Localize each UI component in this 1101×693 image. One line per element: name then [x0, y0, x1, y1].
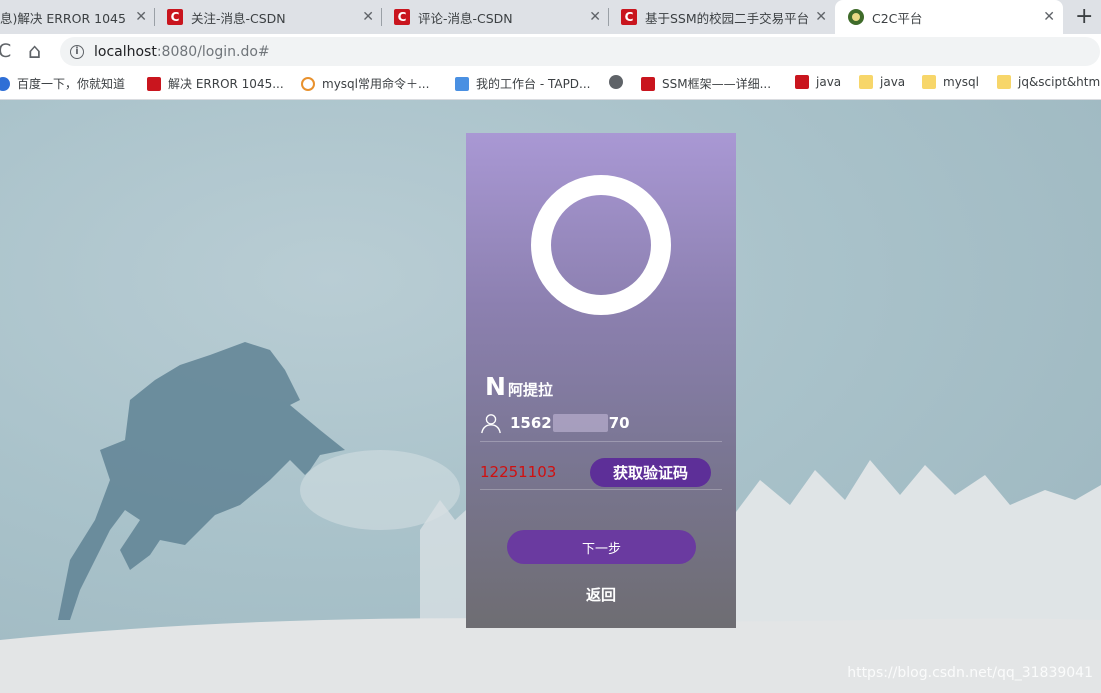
bookmark-globe[interactable]: [609, 75, 630, 89]
csdn-icon: [641, 76, 655, 91]
site-icon: [848, 9, 864, 25]
address-bar[interactable]: i localhost:8080/login.do#: [60, 37, 1100, 66]
csdn-icon: C: [394, 9, 410, 25]
verification-row: 12251103 获取验证码: [480, 455, 722, 490]
paw-icon: [0, 76, 10, 91]
user-name: 阿提拉: [507, 381, 553, 399]
tab-csdn-comments[interactable]: C 评论-消息-CSDN ✕: [382, 0, 609, 34]
name-initial: N: [485, 372, 506, 401]
person-icon: [481, 414, 501, 434]
bookmark-tapd[interactable]: 我的工作台 - TAPD...: [455, 75, 591, 92]
bookmark-error-1045[interactable]: 解决 ERROR 1045...: [147, 75, 284, 92]
bookmark-label: mysql常用命令＋...: [322, 77, 430, 91]
csdn-icon: [795, 75, 809, 89]
get-code-button[interactable]: 获取验证码: [590, 457, 711, 487]
verification-code-input[interactable]: 12251103: [480, 463, 590, 481]
close-icon[interactable]: ✕: [1043, 9, 1055, 25]
bookmark-jq-folder[interactable]: jq&scipt&htm: [997, 75, 1100, 89]
user-name-row: N 阿提拉: [485, 373, 553, 401]
browser-toolbar: C ⌂ i localhost:8080/login.do#: [0, 34, 1101, 68]
home-icon[interactable]: ⌂: [28, 40, 41, 62]
tab-c2c-platform[interactable]: C2C平台 ✕: [835, 0, 1063, 34]
close-icon[interactable]: ✕: [362, 9, 374, 25]
phone-prefix: 1562: [510, 413, 552, 432]
bookmark-label: 我的工作台 - TAPD...: [476, 77, 591, 91]
back-link[interactable]: 返回: [466, 584, 736, 605]
tab-title: 评论-消息-CSDN: [418, 10, 513, 26]
bookmark-java-folder[interactable]: java: [859, 75, 905, 89]
bookmark-mysql-commands[interactable]: mysql常用命令＋...: [301, 75, 429, 92]
page-content: N 阿提拉 1562 70 12251103 获取验证码 下一步 返回 https…: [0, 100, 1101, 693]
reload-icon[interactable]: C: [0, 40, 11, 62]
bookmark-label: java: [816, 75, 842, 89]
bookmark-baidu[interactable]: 百度一下，你就知道: [0, 75, 125, 92]
phone-mask: [552, 414, 608, 433]
bookmark-label: 百度一下，你就知道: [17, 77, 126, 91]
url-text[interactable]: localhost:8080/login.do#: [94, 44, 270, 60]
new-tab-button[interactable]: +: [1075, 4, 1093, 29]
bookmark-label: SSM框架——详细...: [662, 77, 772, 91]
close-icon[interactable]: ✕: [589, 9, 601, 25]
globe-icon: [609, 75, 623, 89]
folder-icon: [922, 75, 936, 89]
phone-field[interactable]: 1562 70: [480, 409, 722, 442]
snow-ground: [0, 618, 1101, 693]
folder-icon: [859, 75, 873, 89]
tapd-icon: [455, 76, 469, 91]
folder-icon: [997, 75, 1011, 89]
csdn-icon: C: [167, 9, 183, 25]
tab-ssm-platform[interactable]: C 基于SSM的校园二手交易平台 ✕: [609, 0, 835, 34]
bookmark-ssm[interactable]: SSM框架——详细...: [641, 75, 771, 92]
dragon-silhouette: [58, 342, 345, 620]
orange-circle-icon: [301, 76, 315, 91]
tab-title: 息)解决 ERROR 1045 (2: [0, 10, 128, 26]
close-icon[interactable]: ✕: [815, 9, 827, 25]
bookmark-label: mysql: [943, 75, 979, 89]
bookmark-mysql-folder[interactable]: mysql: [922, 75, 979, 89]
tab-title: 基于SSM的校园二手交易平台: [645, 10, 810, 26]
bookmark-java-csdn[interactable]: java: [795, 75, 841, 89]
phone-suffix: 70: [608, 413, 630, 432]
tab-csdn-follow[interactable]: C 关注-消息-CSDN ✕: [155, 0, 382, 34]
csdn-icon: C: [621, 9, 637, 25]
info-icon[interactable]: i: [70, 44, 84, 59]
next-button[interactable]: 下一步: [507, 530, 696, 564]
bookmarks-bar: 百度一下，你就知道 解决 ERROR 1045... mysql常用命令＋...…: [0, 68, 1101, 100]
tab-title: 关注-消息-CSDN: [191, 10, 286, 26]
csdn-icon: [147, 76, 161, 91]
tab-strip: 息)解决 ERROR 1045 (2 ✕ C 关注-消息-CSDN ✕ C 评论…: [0, 0, 1101, 34]
bookmark-label: java: [880, 75, 906, 89]
url-host: localhost: [94, 43, 157, 60]
tab-title: C2C平台: [872, 10, 923, 26]
url-path: :8080/login.do#: [156, 43, 270, 60]
watermark: https://blog.csdn.net/qq_31839041: [847, 665, 1093, 681]
bookmark-label: 解决 ERROR 1045...: [168, 77, 284, 91]
close-icon[interactable]: ✕: [135, 9, 147, 25]
bookmark-label: jq&scipt&htm: [1018, 75, 1101, 89]
login-card: N 阿提拉 1562 70 12251103 获取验证码 下一步 返回: [466, 133, 736, 628]
avatar: [531, 175, 671, 315]
tab-error-1045[interactable]: 息)解决 ERROR 1045 (2 ✕: [0, 0, 155, 34]
phone-number: 1562 70: [510, 414, 630, 433]
